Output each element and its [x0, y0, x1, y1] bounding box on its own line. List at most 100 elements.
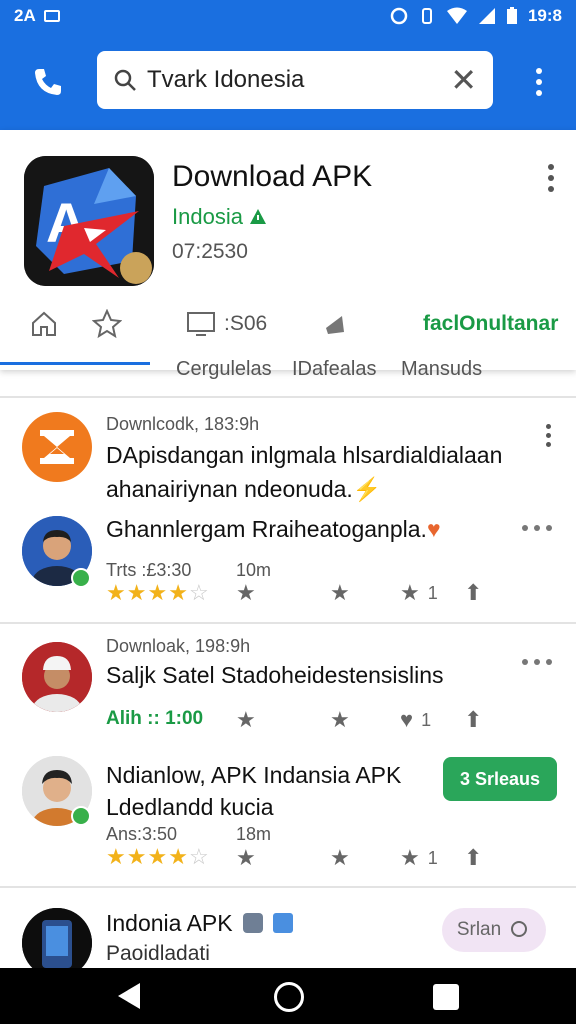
post-title: Ldedlandd kucia	[106, 794, 274, 820]
rating-stars: ★ ★ ★ ★ ☆	[106, 582, 209, 604]
check-icon	[273, 913, 294, 933]
star-icon: ☆	[188, 844, 209, 869]
home-icon	[32, 311, 56, 336]
channel-avatar[interactable]	[22, 412, 92, 482]
recents-icon[interactable]	[433, 984, 459, 1010]
lightning-icon: ⚡	[352, 476, 382, 502]
star-icon: ★	[236, 845, 256, 870]
share-arrow-icon: ⬆	[464, 845, 483, 870]
tab-downloads[interactable]: :S06	[186, 310, 267, 338]
star-icon: ★	[236, 707, 256, 732]
post-stat: Ans:3:50	[106, 824, 178, 844]
like-button[interactable]: ★ 1	[400, 845, 438, 871]
search-icon	[511, 921, 528, 937]
star-icon: ★	[147, 580, 168, 605]
overflow-menu-icon	[536, 68, 542, 74]
pill-button[interactable]: Srlan	[442, 908, 546, 952]
more-horiz-icon	[522, 525, 528, 531]
system-nav-bar	[0, 968, 576, 1024]
post-more-button[interactable]	[522, 525, 552, 531]
bookmark-button[interactable]: ★	[330, 580, 350, 606]
post-more-button[interactable]	[522, 659, 552, 665]
favorite-button[interactable]: ★	[236, 845, 256, 871]
clear-search-icon[interactable]: ✕	[450, 64, 477, 96]
favorite-button[interactable]: ★	[236, 707, 256, 733]
phone-icon	[35, 69, 61, 95]
app-logo-icon: A	[24, 156, 154, 286]
star-icon: ★	[126, 580, 147, 605]
search-input[interactable]	[147, 66, 437, 94]
share-button[interactable]: ⬆	[464, 845, 482, 871]
post-title: Saljk Satel Stadoheidestensislins	[106, 662, 444, 688]
rating-stars: ★ ★ ★ ★ ☆	[106, 846, 209, 868]
home-circle-icon[interactable]	[274, 982, 304, 1012]
battery-icon	[506, 7, 517, 24]
post-stat: 18m	[236, 824, 272, 844]
status-time-left: 2A	[14, 6, 36, 25]
star-icon: ★	[147, 844, 168, 869]
app-tabs: :S06 faclOnultanar	[0, 302, 576, 346]
app-developer[interactable]: Indosia	[172, 204, 267, 230]
app-header-card: A Download APK Indosia 07:2530 :S06 facl…	[0, 130, 576, 370]
post-text: DApisdangan inlgmala hlsardialdialaan	[106, 442, 503, 468]
post-title: Indonia APK	[106, 910, 294, 937]
status-bar: 2A 19:8	[0, 0, 576, 32]
post-source: Downloak, 198:9h	[106, 636, 251, 656]
user-avatar[interactable]	[22, 642, 92, 712]
star-icon: ★	[168, 844, 188, 869]
verified-icon	[250, 209, 267, 224]
star-icon: ★	[168, 580, 188, 605]
back-icon[interactable]	[118, 983, 140, 1009]
like-button[interactable]: ★ 1	[400, 580, 438, 606]
divider	[0, 396, 576, 398]
tab-share[interactable]	[322, 310, 350, 338]
post-more-button[interactable]	[546, 424, 551, 447]
filter-chip[interactable]: Cergulelas	[176, 358, 272, 381]
tab-consult[interactable]: faclOnultanar	[423, 312, 558, 336]
signal-icon	[478, 8, 495, 24]
puzzle-icon	[243, 913, 263, 933]
star-icon: ★	[236, 580, 256, 605]
share-button[interactable]: ⬆	[464, 707, 482, 733]
star-icon: ★	[106, 580, 126, 605]
star-icon: ★	[330, 707, 350, 732]
verified-badge	[71, 806, 91, 826]
star-icon: ★	[400, 580, 420, 605]
tab-favorites[interactable]	[92, 309, 122, 339]
like-button[interactable]: ♥ 1	[400, 707, 431, 733]
post-stat: Alih :: 1:00	[106, 708, 204, 729]
star-icon: ☆	[188, 580, 209, 605]
post-subtitle: Paoidladati	[106, 942, 210, 965]
heart-icon: ♥	[400, 707, 414, 732]
favorite-button[interactable]: ★	[236, 580, 256, 606]
filter-row: Cergulelas IDafealas Mansuds	[0, 350, 576, 390]
tab-home[interactable]	[30, 310, 58, 338]
star-icon: ★	[126, 844, 147, 869]
post-title: Ndianlow, APK Indansia APK	[106, 762, 402, 788]
heart-icon: ♥	[426, 516, 441, 542]
phone-button[interactable]	[26, 60, 70, 104]
share-arrow-icon: ⬆	[464, 580, 483, 605]
star-icon: ★	[330, 845, 350, 870]
app-icon[interactable]: A	[24, 156, 154, 286]
search-icon	[114, 69, 136, 91]
more-vert-icon	[546, 424, 551, 429]
verified-badge	[71, 568, 91, 588]
hourglass-icon	[40, 430, 74, 464]
search-bar[interactable]: ✕	[97, 51, 493, 109]
megaphone-icon	[326, 316, 344, 334]
share-button[interactable]: ⬆	[464, 580, 482, 606]
bookmark-button[interactable]: ★	[330, 845, 350, 871]
filter-chip[interactable]: IDafealas	[292, 358, 377, 381]
screen-icon	[187, 312, 215, 336]
app-more-button[interactable]	[548, 164, 554, 192]
vibrate-icon	[421, 8, 432, 24]
notification-icon	[43, 10, 60, 22]
wifi-icon	[446, 7, 467, 24]
more-vert-icon	[548, 164, 554, 170]
overflow-menu-button[interactable]	[524, 62, 554, 102]
star-icon: ★	[400, 845, 420, 870]
filter-chip[interactable]: Mansuds	[401, 358, 482, 381]
bookmark-button[interactable]: ★	[330, 707, 350, 733]
action-button[interactable]: 3 Srleaus	[443, 757, 557, 801]
